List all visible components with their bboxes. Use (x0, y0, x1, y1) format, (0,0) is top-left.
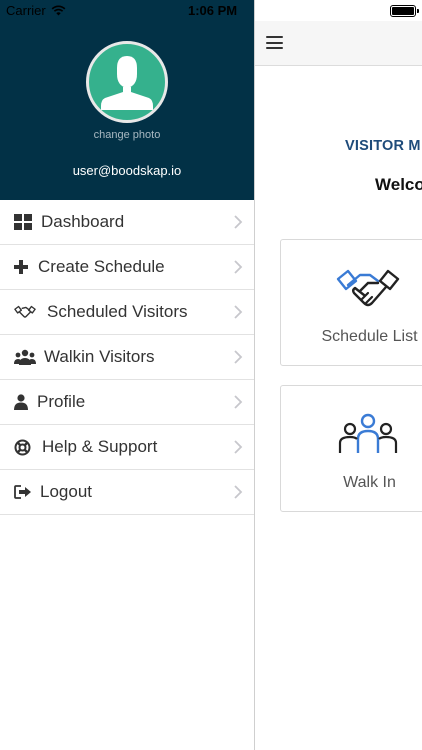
battery-icon (390, 5, 419, 17)
users-icon (14, 348, 36, 366)
main-content: VISITOR M Welco Schedule List Walk In (254, 0, 422, 750)
dashboard-icon (14, 213, 36, 231)
plus-icon (14, 258, 36, 276)
schedule-list-label: Schedule List (321, 328, 418, 345)
menu-label-create-schedule: Create Schedule (38, 257, 165, 276)
menu-label-logout: Logout (40, 482, 92, 501)
walk-in-label: Walk In (343, 474, 396, 491)
drawer-menu: Dashboard Create Schedule Scheduled Visi… (0, 200, 254, 515)
menu-item-scheduled-visitors[interactable]: Scheduled Visitors (0, 290, 254, 335)
sign-out-icon (14, 483, 36, 501)
avatar[interactable] (86, 41, 168, 123)
app-screen: Carrier 1:06 PM VISITOR M Welco Schedule… (0, 0, 422, 750)
menu-label-profile: Profile (37, 392, 86, 411)
user-silhouette-icon (101, 56, 153, 110)
user-icon (14, 393, 36, 411)
navigation-drawer: change photo user@boodskap.io Dashboard … (0, 0, 254, 750)
main-navbar (255, 21, 422, 66)
handshake-icon (336, 269, 400, 307)
walk-in-card[interactable]: Walk In (280, 385, 422, 512)
app-heading: VISITOR M (345, 138, 421, 154)
hamburger-menu-icon[interactable] (266, 36, 283, 49)
handshake-icon (14, 303, 36, 321)
menu-item-profile[interactable]: Profile (0, 380, 254, 425)
chevron-right-icon (234, 305, 243, 319)
lifebuoy-icon (14, 438, 36, 456)
menu-item-logout[interactable]: Logout (0, 470, 254, 515)
menu-label-dashboard: Dashboard (41, 212, 125, 231)
chevron-right-icon (234, 350, 243, 364)
chevron-right-icon (234, 440, 243, 454)
status-bar: Carrier 1:06 PM (0, 0, 422, 21)
status-time: 1:06 PM (188, 3, 238, 18)
menu-item-dashboard[interactable]: Dashboard (0, 200, 254, 245)
menu-label-walkin-visitors: Walkin Visitors (44, 347, 155, 366)
drawer-header: change photo user@boodskap.io (0, 0, 254, 200)
chevron-right-icon (234, 395, 243, 409)
group-icon (338, 413, 398, 453)
menu-label-help-support: Help & Support (42, 437, 158, 456)
chevron-right-icon (234, 260, 243, 274)
chevron-right-icon (234, 485, 243, 499)
user-email: user@boodskap.io (72, 163, 182, 178)
menu-item-help-support[interactable]: Help & Support (0, 425, 254, 470)
wifi-icon (51, 5, 66, 16)
menu-item-walkin-visitors[interactable]: Walkin Visitors (0, 335, 254, 380)
carrier-label: Carrier (6, 3, 46, 18)
carrier-info: Carrier (6, 3, 66, 18)
chevron-right-icon (234, 215, 243, 229)
welcome-text: Welco (375, 175, 422, 194)
menu-label-scheduled-visitors: Scheduled Visitors (47, 302, 188, 321)
schedule-list-card[interactable]: Schedule List (280, 239, 422, 366)
change-photo-link[interactable]: change photo (0, 129, 254, 141)
menu-item-create-schedule[interactable]: Create Schedule (0, 245, 254, 290)
